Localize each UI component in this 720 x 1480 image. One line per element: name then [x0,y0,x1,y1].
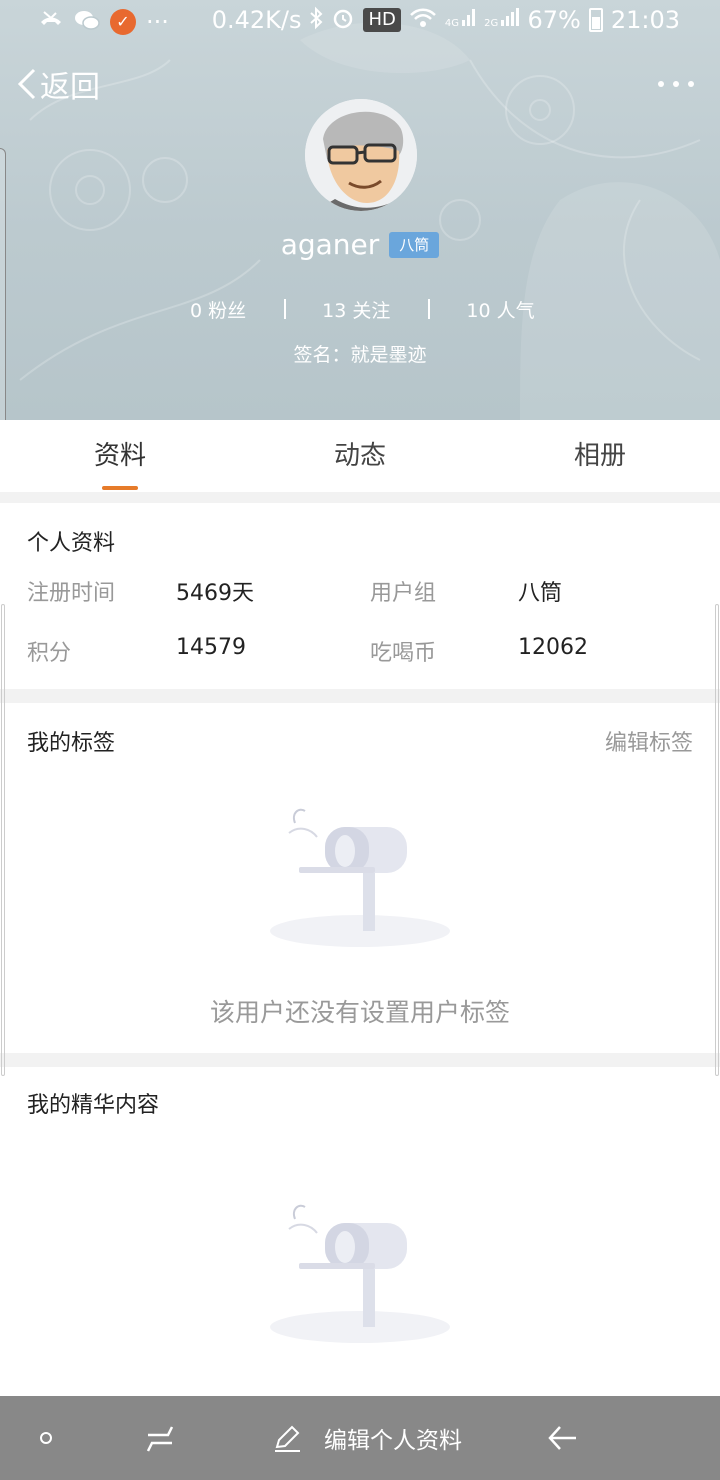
alarm-icon [331,6,355,34]
level-badge: 八筒 [389,231,440,258]
active-tab-indicator [102,486,138,490]
battery-percent: 67% [527,6,581,34]
user-group-label: 用户组 [370,581,437,606]
clock: 21:03 [610,6,680,34]
more-dots-icon [658,81,664,87]
user-group-value: 八筒 [518,581,563,606]
weibo-notification-icon: ✓ [110,9,136,35]
empty-tags-text: 该用户还没有设置用户标签 [209,998,510,1027]
wifi-icon [409,6,437,34]
tags-section: 我的标签 编辑标签 该用户还没有设置用户标签 [0,703,720,1053]
empty-mailbox-icon [270,1204,450,1343]
section-title: 个人资料 [27,531,116,556]
register-time-label: 注册时间 [27,581,116,606]
more-notifications-icon: ··· [146,8,169,36]
back-button[interactable]: 返回 [16,62,100,106]
bottom-bar: 编辑个人资料 [0,1396,720,1480]
register-time-value: 5469天 [176,581,254,606]
bluetooth-icon [309,6,323,34]
popularity-count[interactable]: 10 人气 [466,296,534,323]
status-bar: ✓ ··· 0.42K/s HD 4G 2G 67% 21:03 [0,0,720,46]
featured-section: 我的精华内容 [0,1067,720,1396]
arrow-left-icon [548,1426,576,1450]
signal-4g-icon: 4G [445,6,476,34]
coins-label: 吃喝币 [370,641,437,666]
edge-panel-handle[interactable] [0,148,6,448]
profile-header: ✓ ··· 0.42K/s HD 4G 2G 67% 21:03 返回 agan… [0,0,720,420]
signature: 签名：就是墨迹 [293,344,427,366]
empty-mailbox-icon [270,808,450,947]
section-title: 我的精华内容 [27,1093,160,1118]
stats-divider [284,299,287,319]
edit-profile-label: 编辑个人资料 [324,1428,462,1454]
tab-album[interactable]: 相册 [480,420,720,492]
avatar[interactable] [305,99,417,211]
fans-count[interactable]: 0 粉丝 [190,296,246,323]
recents-icon [146,1426,174,1452]
nav-back-button[interactable] [542,1396,582,1480]
stats-row: 0 粉丝 13 关注 10 人气 [190,294,540,324]
chevron-left-icon [17,68,36,100]
back-label: 返回 [40,70,100,105]
stats-divider [428,299,431,319]
tab-profile[interactable]: 资料 [0,420,240,492]
profile-page: ✓ ··· 0.42K/s HD 4G 2G 67% 21:03 返回 agan… [0,0,720,1480]
points-value: 14579 [176,635,246,660]
following-count[interactable]: 13 关注 [322,296,390,323]
pencil-icon [275,1425,300,1452]
net-speed: 0.42K/s [211,6,302,34]
avatar-image [305,99,417,211]
personal-info-section: 个人资料 注册时间 5469天 用户组 八筒 积分 14579 吃喝币 1206… [0,503,720,689]
profile-tabs: 资料 动态 相册 [0,420,720,492]
nav-home-button[interactable] [30,1396,62,1480]
scroll-edge-right [715,604,719,1076]
home-circle-icon [40,1432,52,1444]
coins-value: 12062 [518,635,588,660]
more-options-button[interactable] [658,72,694,96]
username: aganer [280,228,380,261]
scroll-edge-left [1,604,5,1076]
nav-recents-button[interactable] [140,1396,180,1480]
hd-voice-icon: HD [363,8,401,32]
edit-profile-button[interactable]: 编辑个人资料 [272,1396,462,1480]
signal-2g-icon: 2G [484,6,520,34]
battery-icon [588,8,603,32]
tab-activity[interactable]: 动态 [240,420,480,492]
wechat-icon [74,8,100,36]
points-label: 积分 [27,641,72,666]
name-row: aganer 八筒 [0,228,720,261]
section-title: 我的标签 [27,731,116,756]
edit-tags-button[interactable]: 编辑标签 [605,725,693,757]
missed-call-icon [38,8,64,36]
